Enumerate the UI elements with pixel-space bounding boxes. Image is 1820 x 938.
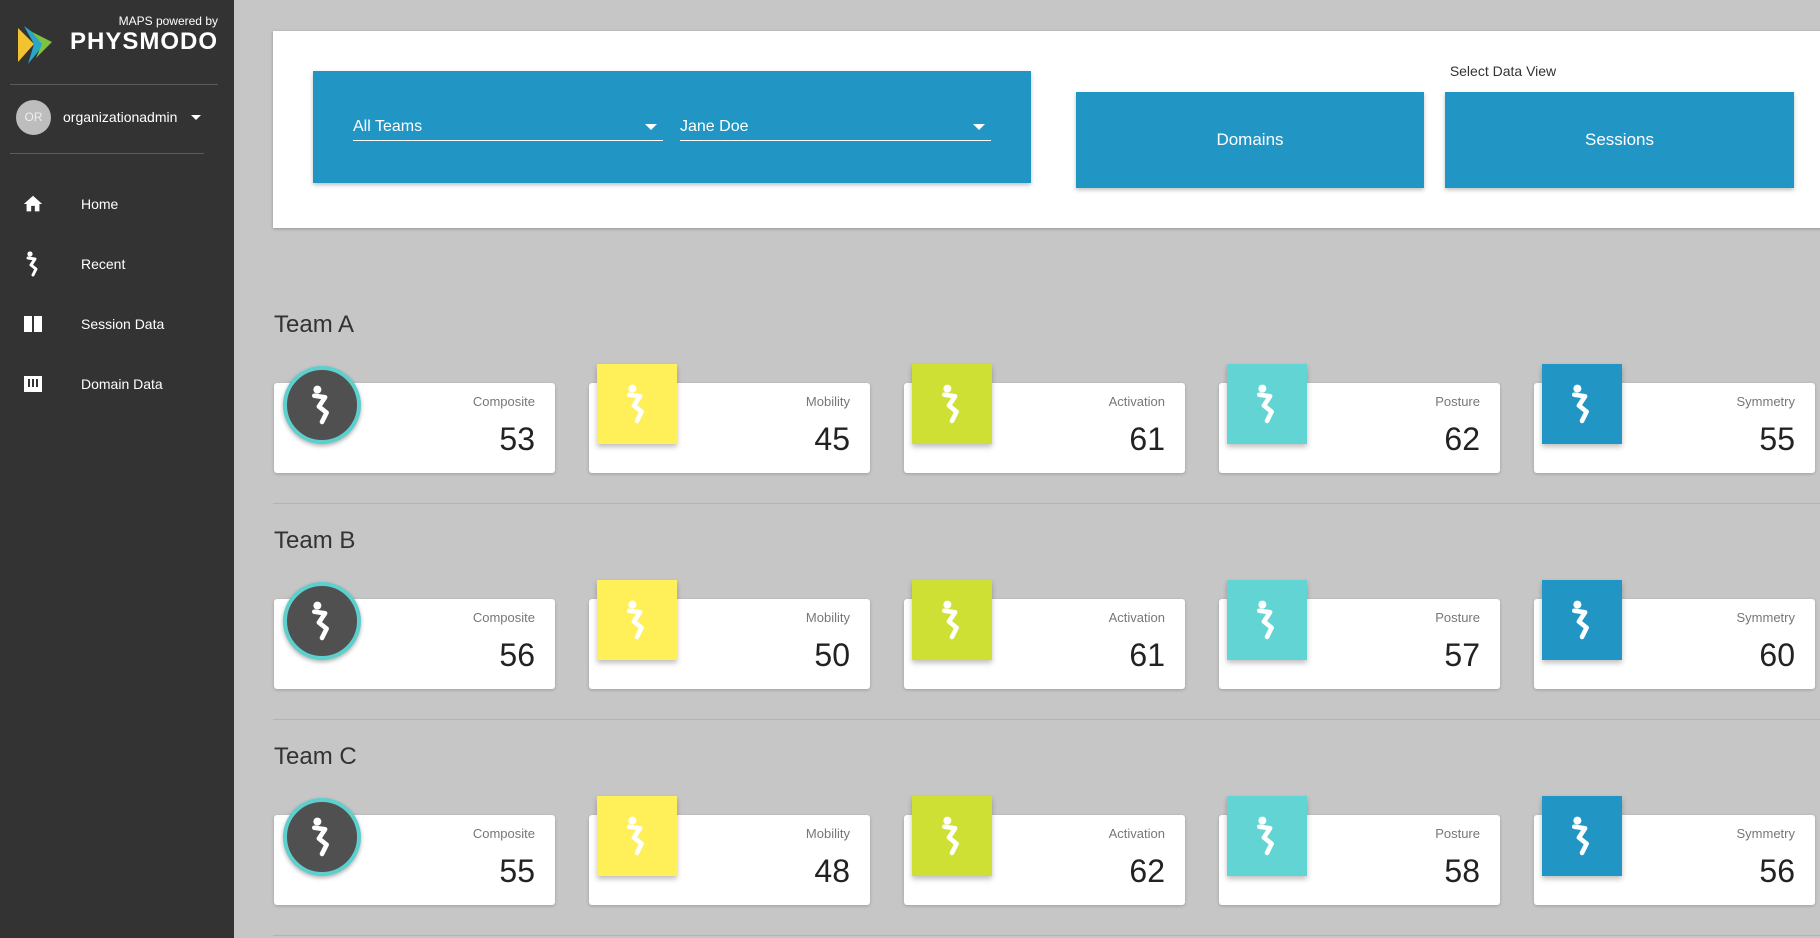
metric-value: 45 xyxy=(814,421,850,457)
sidebar: MAPS powered by PHYSMODO OR organization… xyxy=(0,0,234,938)
activation-figure-icon xyxy=(912,580,992,660)
metric-label: Posture xyxy=(1435,610,1480,625)
sidebar-item-domain-data[interactable]: Domain Data xyxy=(0,362,234,406)
activation-figure-icon xyxy=(912,364,992,444)
athlete-select-value: Jane Doe xyxy=(680,118,749,135)
composite-figure-icon xyxy=(283,798,361,876)
team-select[interactable]: All Teams xyxy=(353,115,663,141)
activation-figure-icon xyxy=(912,796,992,876)
symmetry-figure-icon xyxy=(1542,364,1622,444)
composite-figure-icon xyxy=(283,582,361,660)
sidebar-item-label: Session Data xyxy=(81,316,165,332)
metric-value: 60 xyxy=(1759,637,1795,673)
metric-label: Composite xyxy=(472,610,535,625)
metric-label: Composite xyxy=(472,394,535,409)
metric-value: 56 xyxy=(1759,853,1795,889)
metric-label: Posture xyxy=(1435,394,1480,409)
home-icon xyxy=(20,191,46,217)
symmetry-figure-icon xyxy=(1542,796,1622,876)
chart-icon xyxy=(20,371,46,397)
metric-value: 58 xyxy=(1444,853,1480,889)
metric-value: 55 xyxy=(499,853,535,889)
team-title: Team C xyxy=(274,743,357,770)
sidebar-item-session-data[interactable]: Session Data xyxy=(0,302,234,346)
metric-label: Mobility xyxy=(805,826,850,841)
brand-name: PHYSMODO xyxy=(69,28,218,55)
metric-label: Mobility xyxy=(805,394,850,409)
symmetry-figure-icon xyxy=(1542,580,1622,660)
sidebar-item-label: Home xyxy=(81,196,119,212)
sidebar-item-home[interactable]: Home xyxy=(0,182,234,226)
brand-powered-by: MAPS powered by xyxy=(118,14,218,28)
caret-down-icon xyxy=(191,114,202,120)
metric-label: Composite xyxy=(472,826,535,841)
posture-figure-icon xyxy=(1227,364,1307,444)
sidebar-item-recent[interactable]: Recent xyxy=(0,242,234,286)
metric-label: Activation xyxy=(1108,610,1165,625)
metric-label: Activation xyxy=(1108,826,1165,841)
metric-label: Mobility xyxy=(805,610,850,625)
section-divider xyxy=(273,719,1820,720)
posture-figure-icon xyxy=(1227,796,1307,876)
user-name: organizationadmin xyxy=(63,109,178,125)
section-divider xyxy=(273,503,1820,504)
team-select-value: All Teams xyxy=(353,118,423,135)
metric-label: Activation xyxy=(1108,394,1165,409)
dropdown-arrow-icon xyxy=(645,124,657,130)
divider xyxy=(10,84,218,85)
metric-label: Posture xyxy=(1435,826,1480,841)
metric-value: 55 xyxy=(1759,421,1795,457)
metric-label: Symmetry xyxy=(1736,826,1796,841)
filter-panel: All Teams Jane Doe Select Data View Doma… xyxy=(273,31,1820,228)
metric-value: 53 xyxy=(499,421,535,457)
metric-value: 62 xyxy=(1129,853,1165,889)
metric-value: 50 xyxy=(814,637,850,673)
metric-value: 61 xyxy=(1129,637,1165,673)
team-title: Team B xyxy=(274,527,356,554)
sessions-button[interactable]: Sessions xyxy=(1445,92,1794,188)
mobility-figure-icon xyxy=(597,796,677,876)
metric-value: 56 xyxy=(499,637,535,673)
domains-button[interactable]: Domains xyxy=(1076,92,1424,188)
team-title: Team A xyxy=(274,311,355,338)
metric-label: Symmetry xyxy=(1736,394,1796,409)
divider xyxy=(10,153,204,154)
metric-label: Symmetry xyxy=(1736,610,1796,625)
metric-value: 48 xyxy=(814,853,850,889)
avatar: OR xyxy=(16,99,51,135)
filter-box: All Teams Jane Doe xyxy=(313,71,1031,183)
data-view-label: Select Data View xyxy=(1449,63,1557,79)
columns-icon xyxy=(20,311,46,337)
mobility-figure-icon xyxy=(597,364,677,444)
user-menu[interactable]: OR organizationadmin xyxy=(16,99,206,135)
section-divider xyxy=(273,935,1820,936)
metric-value: 62 xyxy=(1444,421,1480,457)
dropdown-arrow-icon xyxy=(973,124,985,130)
mobility-figure-icon xyxy=(597,580,677,660)
figure-icon xyxy=(20,251,46,277)
composite-figure-icon xyxy=(283,366,361,444)
metric-value: 57 xyxy=(1444,637,1480,673)
sidebar-item-label: Recent xyxy=(81,256,126,272)
physmodo-logo-icon xyxy=(18,26,52,64)
athlete-select[interactable]: Jane Doe xyxy=(680,115,991,141)
sidebar-item-label: Domain Data xyxy=(81,376,163,392)
posture-figure-icon xyxy=(1227,580,1307,660)
brand-logo: MAPS powered by PHYSMODO xyxy=(10,12,218,72)
metric-value: 61 xyxy=(1129,421,1165,457)
